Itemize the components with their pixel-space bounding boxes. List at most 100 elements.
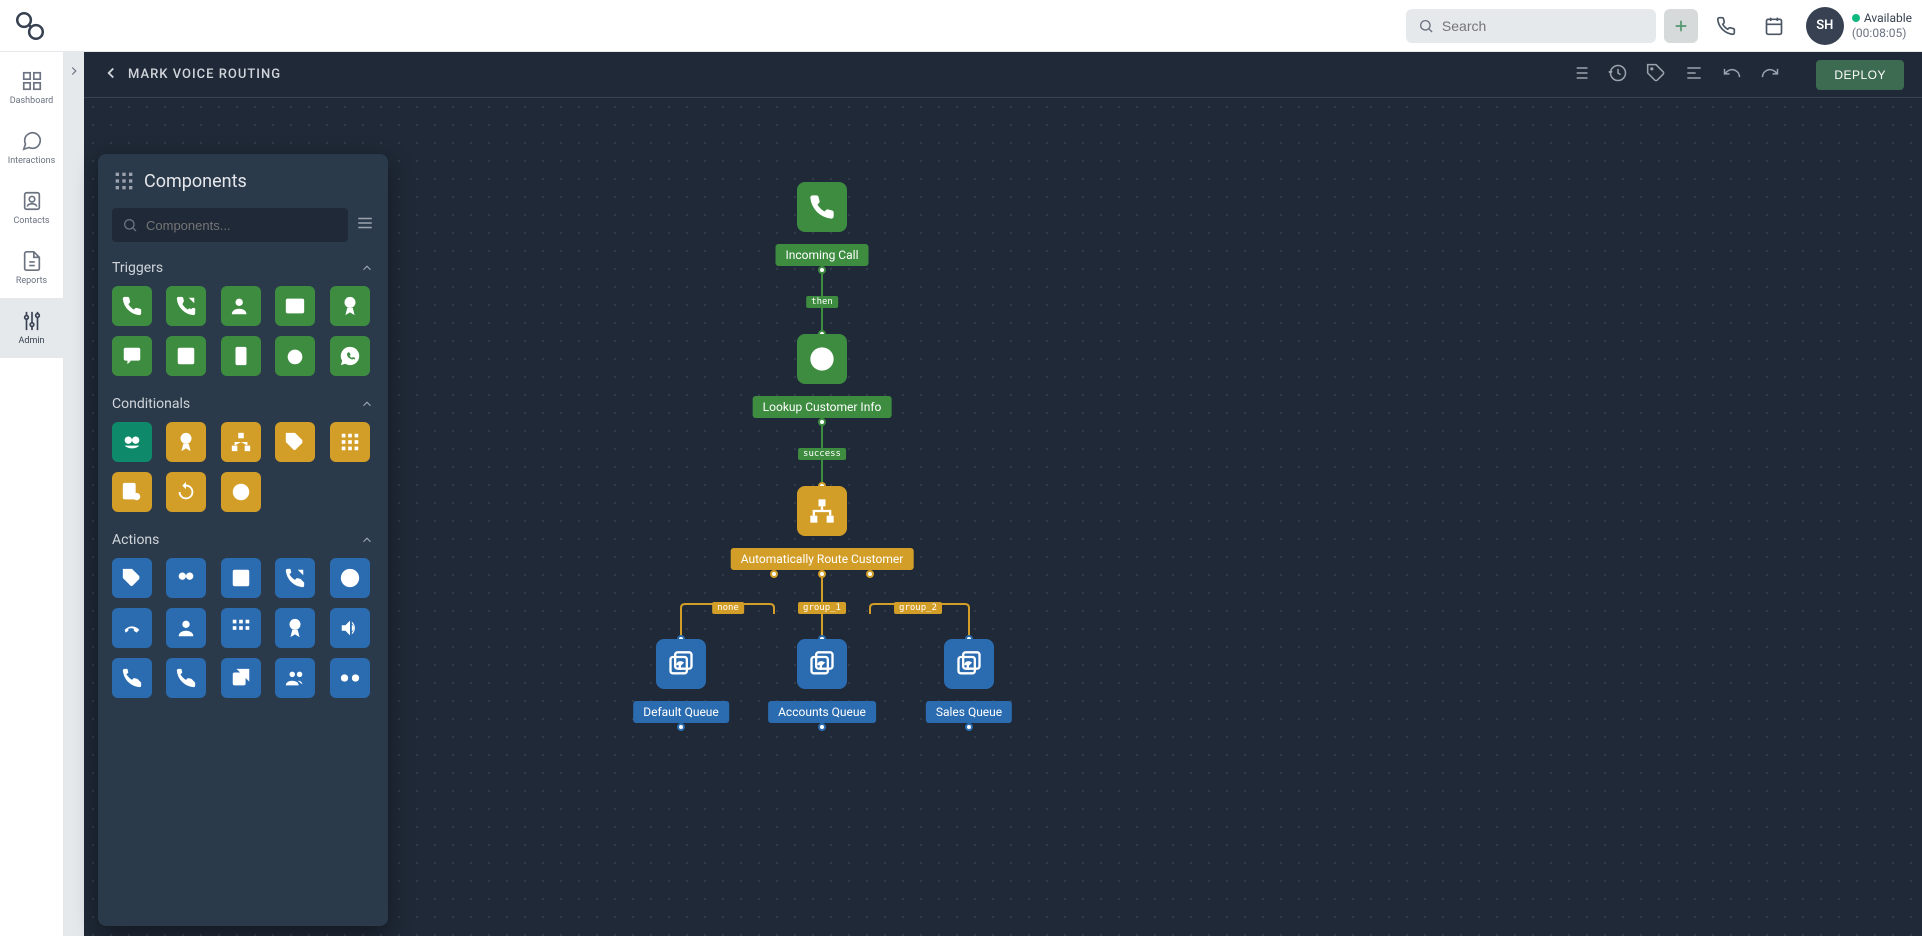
conditional-search-list[interactable] <box>112 472 152 512</box>
node-incoming-call-icon[interactable] <box>797 182 847 232</box>
port-out[interactable] <box>677 723 685 731</box>
trigger-timer[interactable] <box>275 336 315 376</box>
panel-scroll[interactable]: Triggers <box>98 250 388 926</box>
action-star[interactable] <box>221 558 261 598</box>
port-out-2[interactable] <box>818 570 826 578</box>
node-route-label[interactable]: Automatically Route Customer <box>731 548 914 570</box>
global-search-input[interactable] <box>1442 18 1644 34</box>
chevron-up-icon <box>360 261 374 275</box>
chevron-left-icon <box>102 64 120 82</box>
rail-expand-toggle[interactable] <box>64 52 84 936</box>
node-default-queue-icon[interactable] <box>656 639 706 689</box>
action-voicemail[interactable] <box>330 658 370 698</box>
dashboard-icon <box>21 70 43 92</box>
action-queue[interactable] <box>221 658 261 698</box>
app-logo[interactable] <box>10 6 50 46</box>
port-out[interactable] <box>965 723 973 731</box>
trigger-task[interactable] <box>166 336 206 376</box>
nav-interactions[interactable]: Interactions <box>0 118 64 178</box>
node-sales-queue-icon[interactable] <box>944 639 994 689</box>
global-search[interactable] <box>1406 9 1656 43</box>
action-play[interactable] <box>330 608 370 648</box>
components-search[interactable] <box>112 208 348 242</box>
section-conditionals[interactable]: Conditionals <box>112 386 374 422</box>
redo-button[interactable] <box>1760 63 1780 87</box>
conditional-time[interactable] <box>221 472 261 512</box>
contacts-icon <box>21 190 43 212</box>
trigger-outgoing-call[interactable] <box>166 286 206 326</box>
port-out[interactable] <box>818 723 826 731</box>
nav-dashboard[interactable]: Dashboard <box>0 58 64 118</box>
conditional-lookup[interactable] <box>166 422 206 462</box>
node-accounts-queue-icon[interactable] <box>797 639 847 689</box>
nav-reports[interactable]: Reports <box>0 238 64 298</box>
action-ivr[interactable] <box>112 658 152 698</box>
action-award[interactable] <box>275 608 315 648</box>
undo-button[interactable] <box>1722 63 1742 87</box>
action-hangup[interactable] <box>112 608 152 648</box>
tag-button[interactable] <box>1646 63 1666 87</box>
action-dial[interactable] <box>166 658 206 698</box>
nav-contacts[interactable]: Contacts <box>0 178 64 238</box>
trigger-sms[interactable] <box>112 336 152 376</box>
align-button[interactable] <box>1684 63 1704 87</box>
port-out-1[interactable] <box>770 570 778 578</box>
port-out[interactable] <box>818 418 826 426</box>
panel-header: Components <box>98 154 388 208</box>
action-tag[interactable] <box>112 558 152 598</box>
conditional-grid[interactable] <box>330 422 370 462</box>
presence-status[interactable]: Available (00:08:05) <box>1852 11 1912 40</box>
user-avatar[interactable]: SH <box>1806 7 1844 45</box>
action-http[interactable] <box>330 558 370 598</box>
nav-admin[interactable]: Admin <box>0 298 64 358</box>
back-button[interactable] <box>102 64 120 86</box>
edge-group1: group_1 <box>798 602 846 614</box>
add-button[interactable] <box>1664 9 1698 43</box>
trigger-whatsapp[interactable] <box>330 336 370 376</box>
conditional-tag-check[interactable] <box>275 422 315 462</box>
node-lookup-icon[interactable] <box>797 334 847 384</box>
plus-icon <box>1673 18 1689 34</box>
phone-button[interactable] <box>1706 6 1746 46</box>
chat-icon <box>21 130 43 152</box>
action-mask[interactable] <box>166 558 206 598</box>
actions-grid <box>112 558 374 708</box>
deploy-button[interactable]: DEPLOY <box>1816 60 1904 90</box>
trigger-incoming-call[interactable] <box>112 286 152 326</box>
node-sales-queue-label[interactable]: Sales Queue <box>926 701 1012 723</box>
flow-title: MARK VOICE ROUTING <box>128 67 281 82</box>
port-out[interactable] <box>818 266 826 274</box>
trigger-award[interactable] <box>330 286 370 326</box>
trigger-add-contact[interactable] <box>221 286 261 326</box>
action-contact[interactable] <box>166 608 206 648</box>
trigger-email[interactable] <box>275 286 315 326</box>
action-group[interactable] <box>275 658 315 698</box>
history-button[interactable] <box>1608 63 1628 87</box>
calendar-button[interactable] <box>1754 6 1794 46</box>
conditional-retry[interactable] <box>166 472 206 512</box>
port-out-3[interactable] <box>866 570 874 578</box>
conditionals-grid <box>112 422 374 522</box>
node-accounts-queue-label[interactable]: Accounts Queue <box>768 701 876 723</box>
conditional-branch[interactable] <box>221 422 261 462</box>
node-route-icon[interactable] <box>797 486 847 536</box>
node-lookup-label[interactable]: Lookup Customer Info <box>753 396 892 418</box>
nav-rail: Dashboard Interactions Contacts Reports … <box>0 52 64 936</box>
edge-none: none <box>712 602 744 614</box>
section-triggers[interactable]: Triggers <box>112 250 374 286</box>
components-panel: Components Triggers <box>98 154 388 926</box>
action-transfer[interactable] <box>275 558 315 598</box>
node-incoming-call-label[interactable]: Incoming Call <box>776 244 869 266</box>
components-search-input[interactable] <box>146 218 338 233</box>
calendar-icon <box>1764 16 1784 36</box>
action-dtmf[interactable] <box>221 608 261 648</box>
canvas-body[interactable]: Components Triggers <box>84 98 1922 936</box>
view-toggle-button[interactable] <box>356 214 374 236</box>
list-view-button[interactable] <box>1570 63 1590 87</box>
tag-icon <box>1646 63 1666 83</box>
node-default-queue-label[interactable]: Default Queue <box>633 701 729 723</box>
undo-icon <box>1722 63 1742 83</box>
section-actions[interactable]: Actions <box>112 522 374 558</box>
conditional-filter[interactable] <box>112 422 152 462</box>
trigger-mobile[interactable] <box>221 336 261 376</box>
